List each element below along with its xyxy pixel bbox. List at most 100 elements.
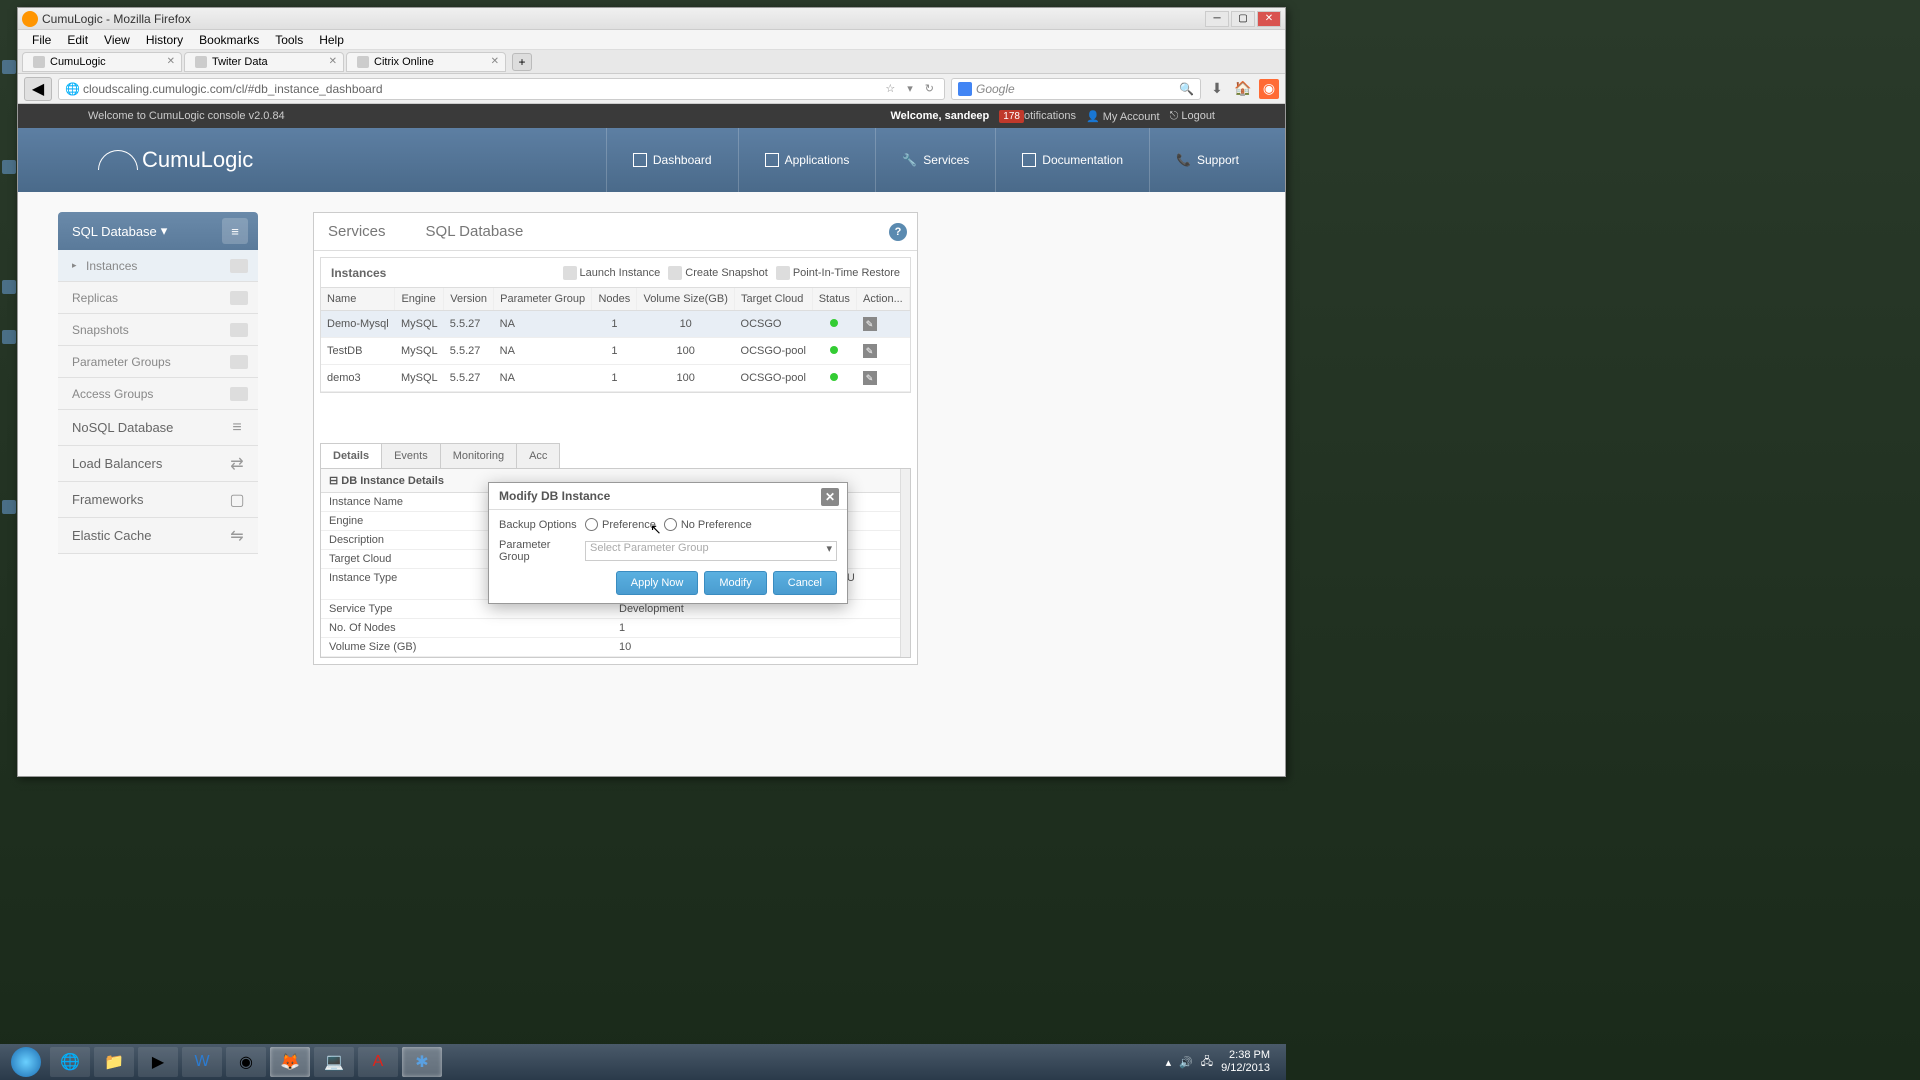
tab-acc[interactable]: Acc [516, 443, 560, 468]
new-tab-button[interactable]: + [512, 53, 532, 71]
menu-view[interactable]: View [96, 31, 138, 49]
modal-close-button[interactable]: ✕ [821, 488, 839, 506]
bookmark-star-icon[interactable]: ☆ [881, 82, 899, 95]
nav-services[interactable]: 🔧Services [875, 128, 995, 192]
sidebar-item-instances[interactable]: Instances [58, 250, 258, 282]
sidebar-section-nosql[interactable]: NoSQL Database≡ [58, 410, 258, 446]
tab-close-icon[interactable]: ✕ [167, 56, 175, 67]
task-ie[interactable]: 🌐 [50, 1047, 90, 1077]
downloads-icon[interactable]: ⬇ [1207, 79, 1227, 99]
help-icon[interactable]: ? [889, 223, 907, 241]
modify-button[interactable]: Modify [704, 571, 766, 595]
nav-applications[interactable]: Applications [738, 128, 876, 192]
url-text: cloudscaling.cumulogic.com/cl/#db_instan… [83, 82, 881, 96]
window-titlebar[interactable]: CumuLogic - Mozilla Firefox ─ ▢ ✕ [18, 8, 1285, 30]
tray-arrow-icon[interactable]: ▴ [1166, 1056, 1172, 1069]
tab-citrix-online[interactable]: Citrix Online ✕ [346, 52, 506, 72]
menu-help[interactable]: Help [311, 31, 352, 49]
volume-icon[interactable]: 🔊 [1179, 1056, 1193, 1069]
radio-no-preference[interactable]: No Preference [664, 518, 752, 531]
tab-twitter-data[interactable]: Twiter Data ✕ [184, 52, 344, 72]
item-icon [230, 355, 248, 369]
col-volume-size[interactable]: Volume Size(GB) [637, 288, 735, 311]
network-icon[interactable]: 🖧 [1201, 1053, 1213, 1072]
sidebar-section-elastic-cache[interactable]: Elastic Cache⇋ [58, 518, 258, 554]
url-bar[interactable]: 🌐 cloudscaling.cumulogic.com/cl/#db_inst… [58, 78, 945, 100]
my-account-link[interactable]: 👤 My Account [1086, 110, 1160, 123]
create-snapshot-button[interactable]: Create Snapshot [668, 266, 768, 280]
nav-support[interactable]: 📞Support [1149, 128, 1265, 192]
database-icon: ≡ [222, 218, 248, 244]
nav-documentation[interactable]: Documentation [995, 128, 1149, 192]
task-media-player[interactable]: ▶ [138, 1047, 178, 1077]
task-chrome[interactable]: ◉ [226, 1047, 266, 1077]
sidebar-item-snapshots[interactable]: Snapshots [58, 314, 258, 346]
task-firefox[interactable]: 🦊 [270, 1047, 310, 1077]
close-button[interactable]: ✕ [1257, 11, 1281, 27]
tab-monitoring[interactable]: Monitoring [440, 443, 517, 468]
row-action-button[interactable]: ✎ [863, 344, 877, 358]
col-action[interactable]: Action... [857, 288, 910, 311]
start-button[interactable] [6, 1046, 46, 1078]
task-putty[interactable]: 💻 [314, 1047, 354, 1077]
launch-instance-button[interactable]: Launch Instance [563, 266, 661, 280]
point-in-time-restore-button[interactable]: Point-In-Time Restore [776, 266, 900, 280]
menu-edit[interactable]: Edit [59, 31, 96, 49]
table-row[interactable]: Demo-MysqlMySQL5.5.27NA110OCSGO✎ [321, 311, 910, 338]
col-nodes[interactable]: Nodes [592, 288, 637, 311]
col-target-cloud[interactable]: Target Cloud [735, 288, 813, 311]
row-action-button[interactable]: ✎ [863, 317, 877, 331]
search-icon[interactable]: 🔍 [1179, 82, 1194, 96]
minimize-button[interactable]: ─ [1205, 11, 1229, 27]
col-parameter-group[interactable]: Parameter Group [494, 288, 592, 311]
task-explorer[interactable]: 📁 [94, 1047, 134, 1077]
search-box[interactable]: Google 🔍 [951, 78, 1201, 100]
scrollbar[interactable] [900, 469, 910, 657]
sidebar-section-load-balancers[interactable]: Load Balancers⇄ [58, 446, 258, 482]
system-tray[interactable]: ▴ 🔊 🖧 2:38 PM 9/12/2013 [1166, 1049, 1280, 1075]
row-action-button[interactable]: ✎ [863, 371, 877, 385]
maximize-button[interactable]: ▢ [1231, 11, 1255, 27]
nav-dashboard[interactable]: Dashboard [606, 128, 738, 192]
back-button[interactable]: ◀ [24, 77, 52, 101]
tab-close-icon[interactable]: ✕ [491, 56, 499, 67]
col-engine[interactable]: Engine [395, 288, 444, 311]
windows-orb-icon [11, 1047, 41, 1077]
dropdown-icon[interactable]: ▾ [903, 82, 917, 95]
tab-cumulogic[interactable]: CumuLogic ✕ [22, 52, 182, 72]
sidebar-item-replicas[interactable]: Replicas [58, 282, 258, 314]
site-identity-icon[interactable]: 🌐 [65, 82, 79, 96]
breadcrumb-services[interactable]: Services [328, 223, 426, 240]
modal-header[interactable]: Modify DB Instance ✕ [489, 483, 847, 510]
reload-icon[interactable]: ↻ [921, 82, 938, 95]
home-icon[interactable]: 🏠 [1233, 79, 1253, 99]
tab-close-icon[interactable]: ✕ [329, 56, 337, 67]
addon-icon[interactable]: ◉ [1259, 79, 1279, 99]
task-acrobat[interactable]: A [358, 1047, 398, 1077]
sidebar-header-sql[interactable]: SQL Database ▾ ≡ [58, 212, 258, 250]
cancel-button[interactable]: Cancel [773, 571, 837, 595]
logo[interactable]: CumuLogic [98, 147, 253, 173]
table-row[interactable]: TestDBMySQL5.5.27NA1100OCSGO-pool✎ [321, 338, 910, 365]
table-row[interactable]: demo3MySQL5.5.27NA1100OCSGO-pool✎ [321, 365, 910, 392]
apply-now-button[interactable]: Apply Now [616, 571, 699, 595]
parameter-group-select[interactable]: Select Parameter Group [585, 541, 837, 561]
menu-history[interactable]: History [138, 31, 191, 49]
menu-tools[interactable]: Tools [267, 31, 311, 49]
notifications-link[interactable]: 178otifications [999, 110, 1076, 122]
logout-link[interactable]: ⎋ Logout [1170, 110, 1215, 123]
radio-preference[interactable]: Preference [585, 518, 656, 531]
tab-events[interactable]: Events [381, 443, 441, 468]
task-word[interactable]: W [182, 1047, 222, 1077]
menu-file[interactable]: File [24, 31, 59, 49]
breadcrumb-sql-database[interactable]: SQL Database [426, 223, 564, 240]
sidebar-item-access-groups[interactable]: Access Groups [58, 378, 258, 410]
sidebar-item-parameter-groups[interactable]: Parameter Groups [58, 346, 258, 378]
task-gotomeeting[interactable]: ✱ [402, 1047, 442, 1077]
col-version[interactable]: Version [444, 288, 494, 311]
sidebar-section-frameworks[interactable]: Frameworks▢ [58, 482, 258, 518]
col-status[interactable]: Status [812, 288, 856, 311]
menu-bookmarks[interactable]: Bookmarks [191, 31, 267, 49]
col-name[interactable]: Name [321, 288, 395, 311]
tab-details[interactable]: Details [320, 443, 382, 468]
